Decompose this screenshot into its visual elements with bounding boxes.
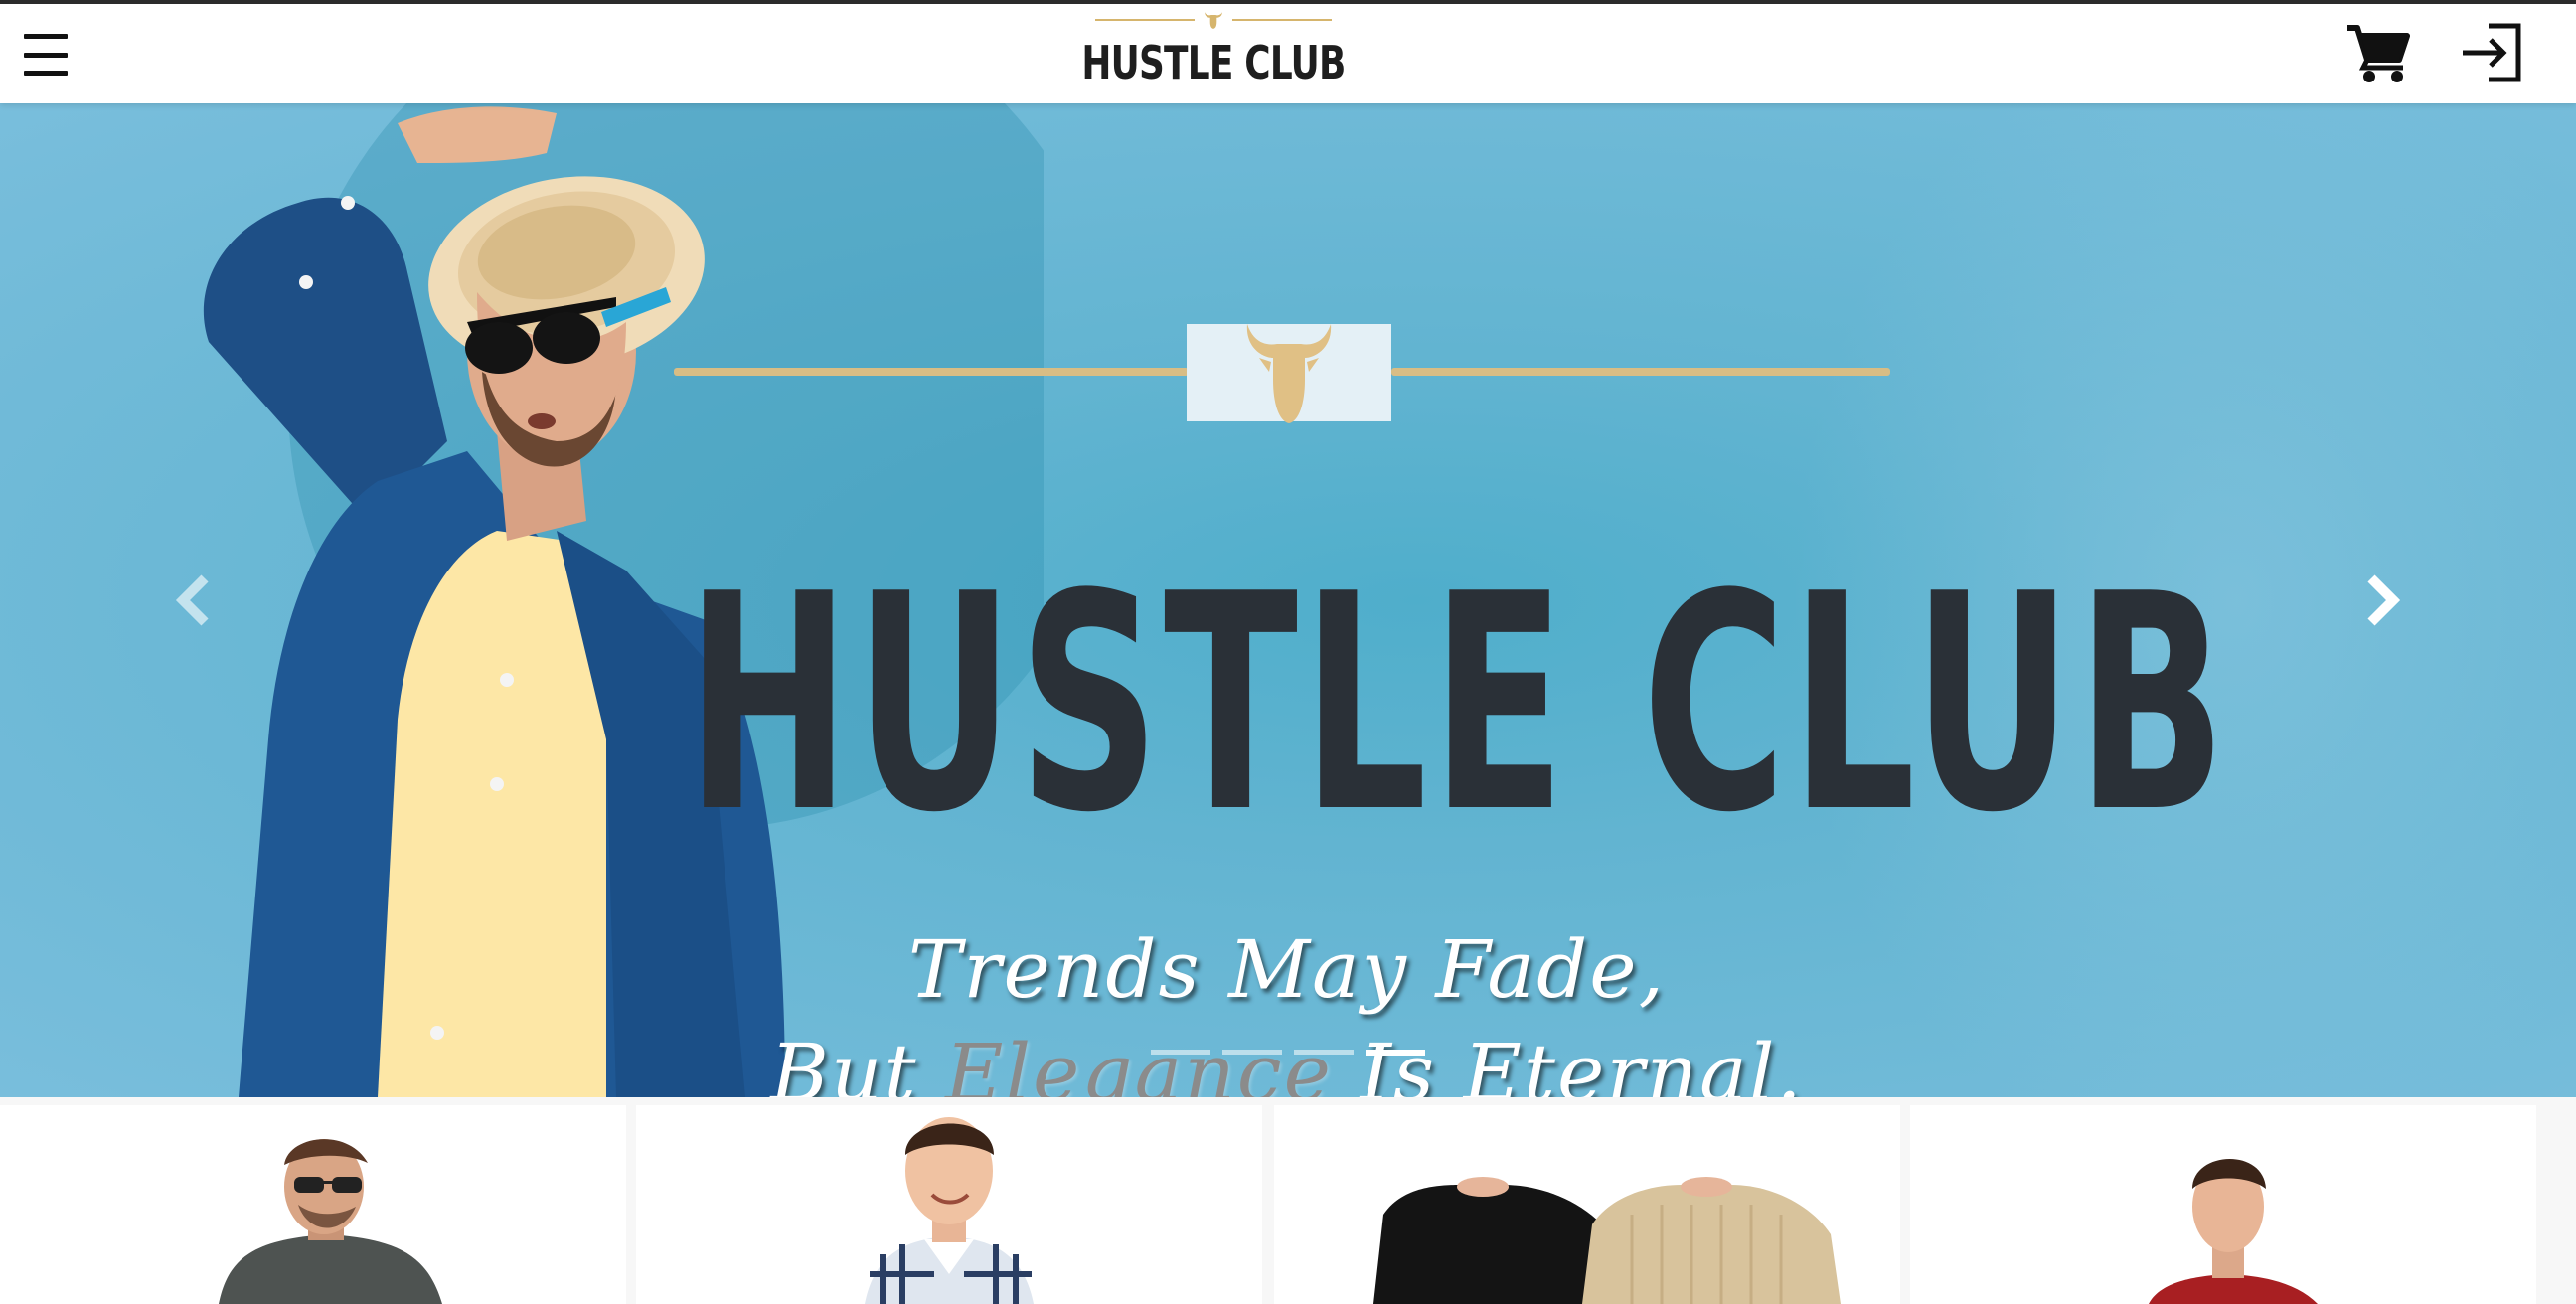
emblem-line-left	[674, 368, 1189, 376]
tagline-line-2: But Elegance Is Eternal.	[696, 1022, 1878, 1097]
carousel-next-button[interactable]	[2361, 570, 2405, 630]
hero-emblem	[674, 324, 1890, 423]
hero-carousel: HUSTLE CLUB Trends May Fade, But Eleganc…	[0, 103, 2576, 1097]
chevron-left-icon	[175, 574, 209, 626]
bull-head-icon	[1203, 10, 1224, 30]
tagline-line-2-end: Is Eternal.	[1332, 1027, 1804, 1097]
login-icon	[2463, 23, 2521, 82]
product-image-4	[2149, 1158, 2318, 1304]
product-card-4[interactable]	[1910, 1105, 2536, 1304]
login-button[interactable]	[2459, 22, 2524, 83]
chevron-right-icon	[2367, 574, 2401, 626]
tagline-line-2-start: But	[770, 1027, 946, 1097]
tagline-accent-word: Elegance	[945, 1027, 1333, 1097]
product-image-2	[865, 1117, 1034, 1304]
hero-tagline: Trends May Fade, But Elegance Is Eternal…	[696, 918, 1878, 1097]
carousel-indicator-3[interactable]	[1294, 1050, 1354, 1055]
bull-head-icon	[1187, 324, 1391, 423]
product-row	[0, 1097, 2576, 1304]
emblem-line-right	[1391, 368, 1890, 376]
carousel-indicator-4[interactable]	[1366, 1050, 1425, 1056]
cart-icon	[2347, 25, 2410, 82]
cart-button[interactable]	[2345, 22, 2411, 83]
brand-ornament	[1095, 10, 1332, 30]
product-image-3	[1373, 1177, 1841, 1304]
carousel-prev-button[interactable]	[171, 570, 215, 630]
hamburger-menu-icon[interactable]	[22, 28, 70, 82]
product-card-1[interactable]	[0, 1105, 626, 1304]
product-card-2[interactable]	[636, 1105, 1262, 1304]
hero-title: HUSTLE CLUB	[686, 531, 2231, 878]
carousel-indicator-1[interactable]	[1151, 1050, 1210, 1055]
product-card-3[interactable]	[1274, 1105, 1900, 1304]
carousel-indicators	[1151, 1050, 1425, 1056]
brand-name: HUSTLE CLUB	[1081, 36, 1346, 89]
tagline-line-1: Trends May Fade,	[907, 923, 1667, 1016]
carousel-indicator-2[interactable]	[1222, 1050, 1282, 1055]
brand-logo[interactable]: HUSTLE CLUB	[1081, 6, 1346, 101]
top-navbar: HUSTLE CLUB	[0, 0, 2576, 103]
product-image-1	[219, 1139, 442, 1304]
